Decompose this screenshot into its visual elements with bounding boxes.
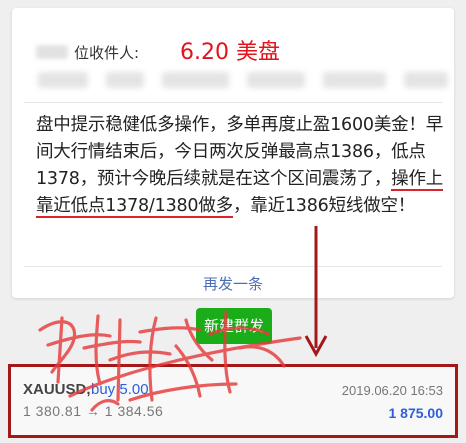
- trade-side: buy 5.00: [91, 381, 149, 398]
- open-price: 1 380.81: [23, 403, 82, 419]
- trade-symbol: XAUUSD,: [23, 381, 91, 398]
- date-title: 6.20 美盘: [180, 40, 280, 65]
- trade-prices: 1 380.81 → 1 384.56: [23, 403, 163, 419]
- recipient-count-blurred: [36, 45, 68, 59]
- recipient-label: 位收件人:: [74, 43, 140, 62]
- message-body: 盘中提示稳健低多操作，多单再度止盈1600美金！早间大行情结束后，今日两次反弹最…: [36, 112, 446, 220]
- close-price: 1 384.56: [104, 403, 164, 419]
- trade-profit: 1 875.00: [388, 405, 444, 421]
- trade-record: XAUUSD, buy 5.00 1 380.81 → 1 384.56 201…: [8, 364, 458, 438]
- resend-link[interactable]: 再发一条: [12, 273, 454, 294]
- mass-message-card: 位收件人: 6.20 美盘 盘中提示稳健低多操作，多单再度止盈1600美金！早间…: [12, 8, 454, 298]
- recipient-row: 位收件人:: [36, 38, 139, 66]
- divider: [24, 266, 442, 267]
- blurred-recipient: [403, 72, 449, 88]
- blurred-recipient: [247, 72, 305, 88]
- message-text: 盘中提示稳健低多操作，多单再度止盈1600美金！早间大行情结束后，今日两次反弹最…: [36, 115, 444, 189]
- blurred-recipient: [105, 72, 145, 88]
- recipient-list-blurred: [38, 72, 449, 94]
- new-broadcast-button[interactable]: 新建群发: [196, 308, 272, 344]
- divider: [24, 102, 442, 103]
- blurred-recipient: [38, 72, 88, 88]
- blurred-recipient: [322, 72, 386, 88]
- trade-datetime: 2019.06.20 16:53: [341, 383, 443, 398]
- blurred-recipient: [162, 72, 230, 88]
- message-text-end: ，靠近1386短线做空！: [232, 196, 416, 216]
- arrow-right-icon: →: [85, 403, 101, 419]
- screenshot-page: 位收件人: 6.20 美盘 盘中提示稳健低多操作，多单再度止盈1600美金！早间…: [0, 0, 466, 443]
